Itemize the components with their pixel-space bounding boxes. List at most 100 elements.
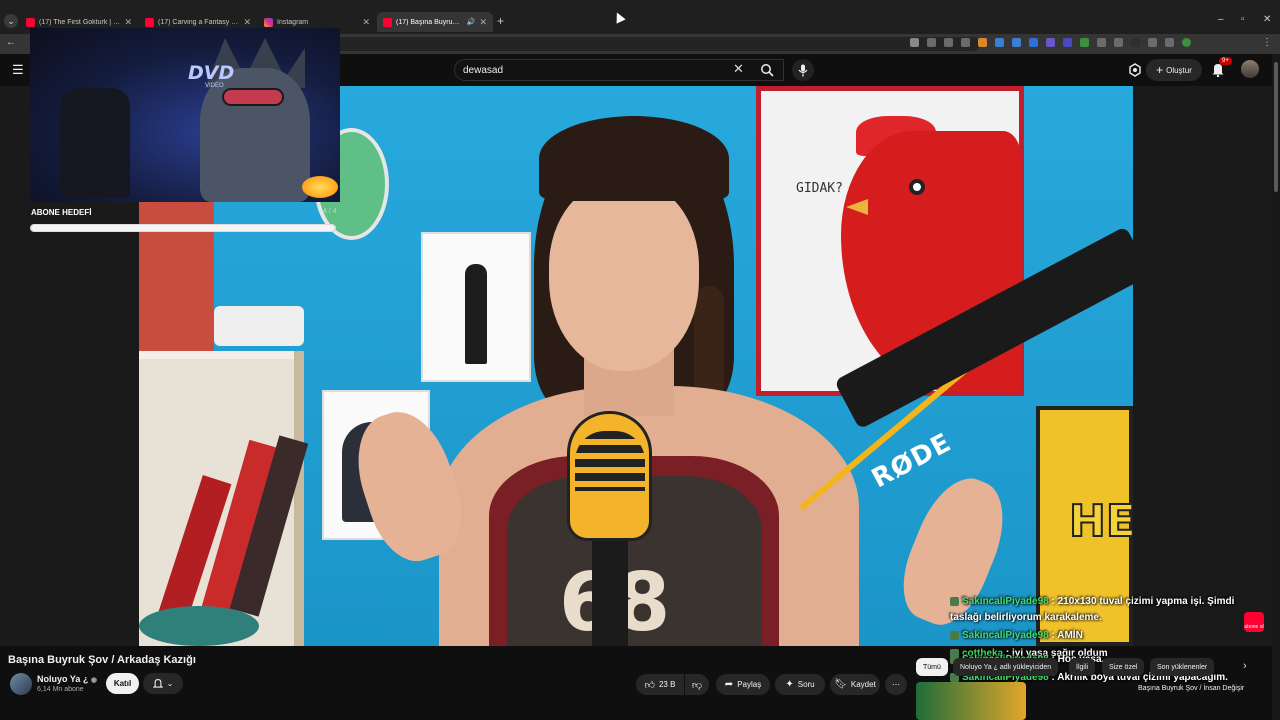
speaker-icon[interactable]: 🔊 [467,18,476,26]
video-title: Başına Buyruk Şov / Arkadaş Kazığı [8,654,196,666]
extension-icon[interactable] [1029,38,1038,47]
tab-title: (17) Başına Buyruk Şov / Ar [396,18,463,26]
channel-avatar[interactable] [10,673,32,695]
chevron-down-icon: ⌄ [166,679,174,688]
page-scrollbar[interactable] [1272,54,1280,720]
puzzle-icon[interactable] [1148,38,1157,47]
subscriber-goal-fill [31,225,335,231]
chevron-right-icon[interactable]: › [1243,660,1247,672]
chat-username: SakincaliPiyade98 [962,630,1049,641]
more-actions-button[interactable]: ⋯ [885,674,907,695]
save-button[interactable]: 🔖︎ Kaydet [830,674,880,695]
fire-icon [302,176,338,198]
subscriber-goal-bar [30,224,336,232]
tab-title: (17) The First Gokturk | Pre-Pro [39,18,121,26]
mouse-cursor-icon [612,10,626,24]
microphone-icon [798,64,808,76]
ask-button[interactable]: ✦ Soru [775,674,825,695]
channel-name[interactable]: Noluyo Ya ¿ ◉ [37,674,97,684]
plus-icon: + [1156,63,1164,77]
sparkle-icon: ✦ [785,679,794,690]
extension-icon[interactable] [1097,38,1106,47]
search-icon [761,64,774,77]
thumbs-down-icon: 👎︎ [691,679,703,691]
more-horizontal-icon: ⋯ [892,680,900,689]
tab-title: Instagram [277,18,309,26]
creature-goggles [222,88,284,106]
chip-for-you[interactable]: Size özel [1102,658,1145,676]
extension-icon[interactable] [1046,38,1055,47]
like-button[interactable]: 👍︎ 23 B [636,674,684,695]
cast-icon[interactable] [927,38,936,47]
poster-text: GIDAK? [796,181,843,196]
separator-icon [1131,38,1140,47]
close-icon[interactable]: ✕ [479,17,487,28]
bookmark-icon: 🔖︎ [834,679,847,690]
share-arrow-icon: ➦ [724,679,734,690]
rooster-beak [846,199,868,215]
close-icon[interactable]: ✕ [243,17,251,28]
extension-icons [910,38,1191,47]
mic-stand [592,536,628,646]
browser-menu-icon[interactable]: ⋮ [1262,37,1272,48]
eye-off-icon[interactable] [944,38,953,47]
extension-icon[interactable] [1080,38,1089,47]
browser-tab-active[interactable]: (17) Başına Buyruk Şov / Ar 🔊 ✕ [377,12,493,32]
create-button[interactable]: + Oluştur [1146,59,1202,81]
bookshelf-post [294,351,304,646]
profile-icon[interactable] [1182,38,1191,47]
zoom-icon[interactable] [910,38,919,47]
star-icon[interactable] [961,38,970,47]
back-icon[interactable]: ← [6,37,16,48]
thumbs-up-icon: 👍︎ [644,679,655,691]
chat-message: SakincaliPiyade98 : AMİN [950,628,1250,644]
extension-icon[interactable] [1063,38,1072,47]
chat-badge-icon [950,596,959,606]
ask-label: Soru [797,680,815,689]
chat-username: SakincaliPiyade98 [962,596,1049,607]
extension-icon[interactable] [995,38,1004,47]
chat-badge-icon [950,630,959,640]
subscription-bell-button[interactable]: ⌄ [143,673,183,694]
gaming-chair [60,88,130,198]
scrollbar-thumb[interactable] [1274,62,1278,192]
voice-search-button[interactable] [792,59,814,81]
hamburger-menu-icon[interactable]: ☰ [12,62,24,78]
join-button[interactable]: Katıl [106,673,139,694]
notification-count-badge: 9+ [1219,57,1232,65]
subscriber-count: 6,14 Mn abone [37,686,84,693]
extension-icon[interactable] [1012,38,1021,47]
extension-icon[interactable] [1114,38,1123,47]
tab-search-icon[interactable]: ⌄ [4,14,18,28]
clear-search-icon[interactable]: ✕ [733,62,744,76]
new-tab-icon[interactable]: + [497,14,504,28]
bell-icon [152,679,163,688]
recommended-video-title[interactable]: Başına Buyruk Şov / İnsan Değişir [1138,684,1258,693]
share-button[interactable]: ➦ Paylaş [716,674,770,695]
close-window-icon[interactable]: ✕ [1263,14,1271,25]
close-icon[interactable]: ✕ [362,17,370,28]
microphone-grill [575,431,645,491]
chip-related[interactable]: İlgili [1069,658,1096,676]
subscribe-overlay-icon[interactable]: abone ol [1244,612,1264,632]
extension-icon[interactable] [978,38,987,47]
dislike-button[interactable]: 👎︎ [685,674,709,695]
minimize-icon[interactable]: – [1218,14,1224,25]
dvd-logo: DVD [188,62,235,84]
subscriber-goal-count: 4 / 4 [323,208,337,215]
close-icon[interactable]: ✕ [124,17,132,28]
chip-from-uploader[interactable]: Noluyo Ya ¿ adlı yükleyiciden [953,658,1059,676]
recommended-video-thumbnail[interactable] [916,682,1026,720]
tv-cast-icon[interactable] [1128,63,1142,77]
restore-icon[interactable]: ▫ [1241,14,1245,25]
rooster-eye [909,179,925,195]
overlay-mini-video: DVD VIDEO [30,28,340,202]
sidebar-icon[interactable] [1165,38,1174,47]
chip-all[interactable]: Tümü [916,658,948,676]
chip-recent[interactable]: Son yüklenenler [1150,658,1215,676]
subscriber-goal-label: ABONE HEDEFİ [31,208,92,217]
like-count: 23 B [658,680,676,689]
youtube-icon [26,17,35,27]
search-button[interactable] [752,59,782,81]
account-avatar[interactable] [1241,60,1259,78]
